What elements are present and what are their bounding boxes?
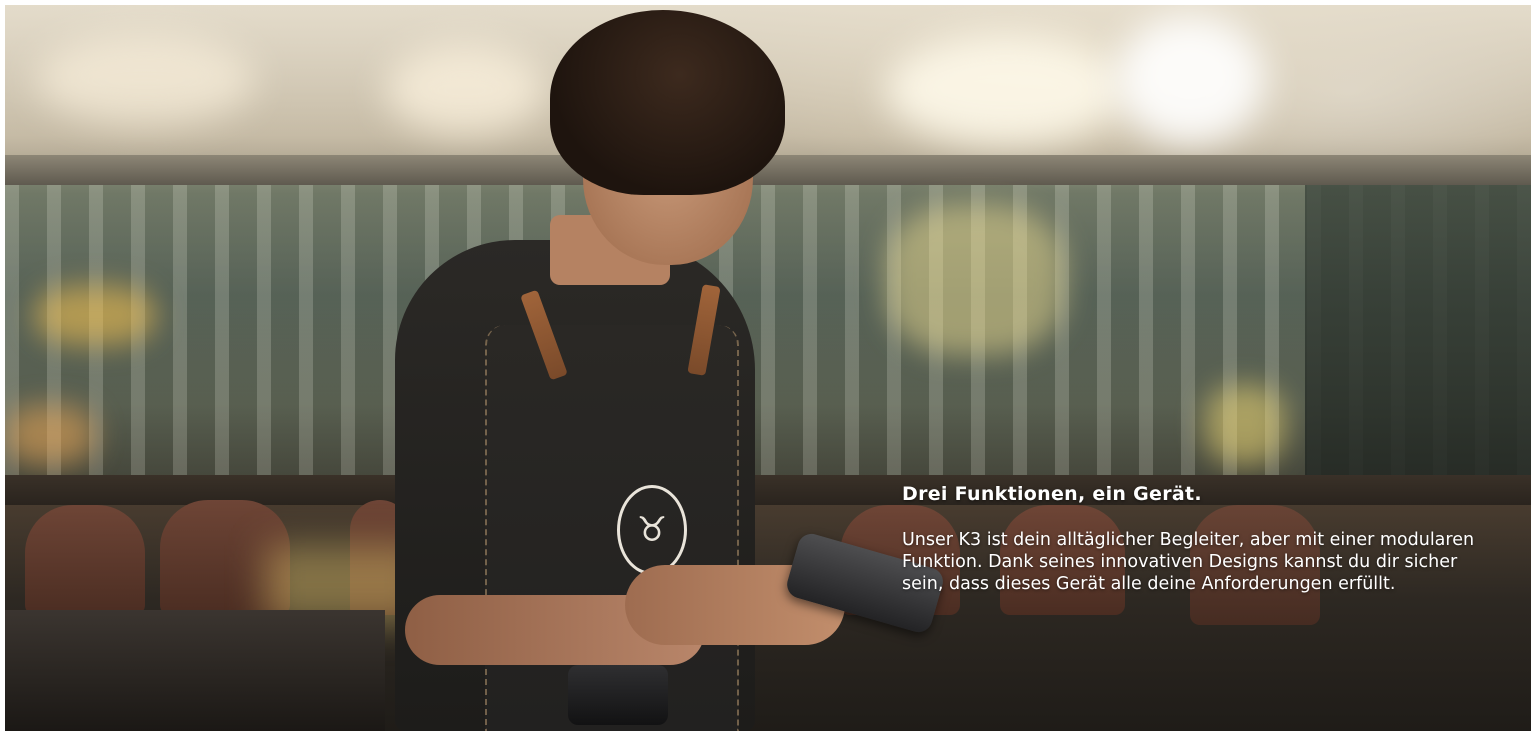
warm-light bbox=[35, 285, 155, 345]
restaurant-table bbox=[5, 610, 385, 731]
bar-chair bbox=[25, 505, 145, 615]
warm-light bbox=[1205, 385, 1285, 465]
bar-dark-corner bbox=[1305, 185, 1531, 485]
light-glow bbox=[35, 35, 255, 125]
hero-body-text: Unser K3 ist dein alltäglicher Begleiter… bbox=[902, 530, 1475, 594]
hero-copy: Drei Funktionen, ein Gerät. Unser K3 ist… bbox=[902, 483, 1502, 595]
hero-banner: ♉ Drei Funktionen, ein Gerät. Unser K3 i… bbox=[5, 5, 1531, 731]
light-glow bbox=[885, 35, 1125, 145]
warm-light bbox=[885, 205, 1065, 355]
hero-heading: Drei Funktionen, ein Gerät. bbox=[902, 483, 1202, 505]
person-hair bbox=[550, 10, 785, 195]
light-glow bbox=[385, 45, 545, 135]
bull-logo-icon: ♉ bbox=[617, 485, 687, 575]
light-glow bbox=[1115, 15, 1265, 145]
warm-light bbox=[5, 405, 95, 465]
bar-bottles-background bbox=[5, 185, 1531, 485]
belt-printer-device bbox=[568, 665, 668, 725]
